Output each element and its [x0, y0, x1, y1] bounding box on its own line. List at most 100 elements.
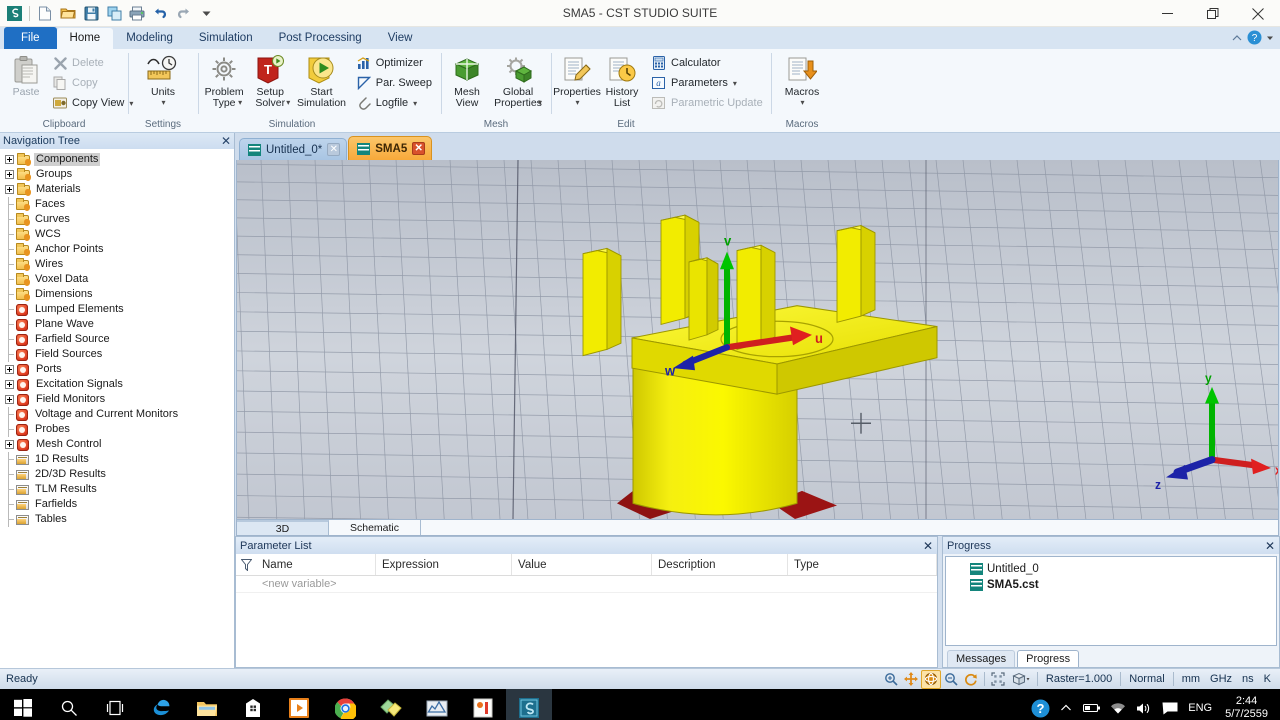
expand-toggle-icon[interactable]: [4, 394, 15, 405]
tree-item-farfield-source[interactable]: Farfield Source: [0, 332, 234, 347]
list-item[interactable]: SMA5.cst: [946, 577, 1276, 593]
tree-item-dimensions[interactable]: Dimensions: [0, 287, 234, 302]
logfile-caret-icon[interactable]: ▾: [413, 99, 417, 108]
unit-frequency[interactable]: GHz: [1205, 673, 1237, 685]
battery-icon[interactable]: [1079, 689, 1105, 720]
tab-view[interactable]: View: [375, 28, 426, 49]
tree-item-excitation-signals[interactable]: Excitation Signals: [0, 377, 234, 392]
undo-icon[interactable]: [150, 3, 170, 23]
help-circle-icon[interactable]: ?: [1027, 689, 1053, 720]
tab-simulation[interactable]: Simulation: [186, 28, 266, 49]
list-item[interactable]: Untitled_0: [946, 561, 1276, 577]
mesh-view-button[interactable]: Mesh View: [445, 51, 489, 109]
par-sweep-button[interactable]: Par. Sweep: [353, 73, 437, 93]
save-icon[interactable]: [81, 3, 101, 23]
rotate-tool-icon[interactable]: [920, 669, 941, 689]
unit-time[interactable]: ns: [1237, 673, 1259, 685]
tree-item-faces[interactable]: Faces: [0, 197, 234, 212]
tree-item-2d-3d-results[interactable]: 2D/3D Results: [0, 467, 234, 482]
units-caret-icon[interactable]: ▾: [161, 98, 165, 107]
volume-icon[interactable]: [1131, 689, 1157, 720]
open-folder-icon[interactable]: [58, 3, 78, 23]
table-row[interactable]: <new variable>: [236, 576, 937, 593]
office-app-icon[interactable]: [460, 689, 506, 720]
tree-item-lumped-elements[interactable]: Lumped Elements: [0, 302, 234, 317]
edge-browser-icon[interactable]: [138, 689, 184, 720]
tree-item-probes[interactable]: Probes: [0, 422, 234, 437]
expand-toggle-icon[interactable]: [4, 379, 15, 390]
setup-solver-button[interactable]: T Setup Solver ▾: [247, 51, 293, 109]
problem-type-button[interactable]: Problem Type ▾: [202, 51, 246, 109]
tree-item-tables[interactable]: Tables: [0, 512, 234, 527]
wifi-icon[interactable]: [1105, 689, 1131, 720]
copy-view-button[interactable]: Copy View ▾: [49, 93, 138, 113]
paste-button[interactable]: Paste: [4, 51, 48, 98]
tree-item-voltage-and-current-monitors[interactable]: Voltage and Current Monitors: [0, 407, 234, 422]
help-icon[interactable]: ?: [1247, 30, 1262, 48]
expand-toggle-icon[interactable]: [4, 439, 15, 450]
parameters-button[interactable]: a Parameters ▾: [648, 73, 768, 93]
language-indicator[interactable]: ENG: [1183, 689, 1217, 720]
tab-progress[interactable]: Progress: [1017, 650, 1080, 667]
print-icon[interactable]: [127, 3, 147, 23]
close-button[interactable]: [1235, 0, 1280, 27]
start-button-icon[interactable]: [0, 689, 46, 720]
app-logo-icon[interactable]: [4, 3, 24, 23]
tab-post-processing[interactable]: Post Processing: [266, 28, 375, 49]
history-list-button[interactable]: History List: [600, 51, 644, 109]
close-icon[interactable]: ✕: [412, 142, 426, 155]
view-tab-3d[interactable]: 3D: [237, 520, 329, 535]
column-description[interactable]: Description: [652, 554, 788, 575]
tree-item-tlm-results[interactable]: TLM Results: [0, 482, 234, 497]
clock[interactable]: 2:44 5/7/2559: [1217, 695, 1276, 720]
chrome-browser-icon[interactable]: [322, 689, 368, 720]
tree-item-groups[interactable]: Groups: [0, 167, 234, 182]
tree-item-materials[interactable]: Materials: [0, 182, 234, 197]
global-properties-button[interactable]: Global Properties ▾: [490, 51, 546, 109]
calculator-button[interactable]: Calculator: [648, 53, 768, 73]
action-center-icon[interactable]: [1157, 689, 1183, 720]
parametric-update-button[interactable]: Parametric Update: [648, 93, 768, 113]
new-file-icon[interactable]: [35, 3, 55, 23]
doc-tab-sma5[interactable]: SMA5 ✕: [348, 136, 433, 160]
close-icon[interactable]: ✕: [327, 143, 341, 156]
doc-tab-untitled-0[interactable]: Untitled_0* ✕: [239, 138, 348, 160]
3d-viewport[interactable]: v u w y z: [237, 160, 1278, 519]
media-player-icon[interactable]: [276, 689, 322, 720]
view-box-icon[interactable]: [1008, 670, 1034, 689]
expand-toggle-icon[interactable]: [4, 364, 15, 375]
minimize-button[interactable]: [1145, 0, 1190, 27]
matlab-icon[interactable]: [414, 689, 460, 720]
file-explorer-icon[interactable]: [184, 689, 230, 720]
tree-item-ports[interactable]: Ports: [0, 362, 234, 377]
microsoft-store-icon[interactable]: [230, 689, 276, 720]
expand-toggle-icon[interactable]: [4, 184, 15, 195]
macros-caret-icon[interactable]: ▾: [800, 98, 804, 107]
tree-item-components[interactable]: Components: [0, 152, 234, 167]
column-name[interactable]: Name: [256, 554, 376, 575]
tree-item-wires[interactable]: Wires: [0, 257, 234, 272]
optimizer-button[interactable]: Optimizer: [353, 53, 437, 73]
tree-item-field-sources[interactable]: Field Sources: [0, 347, 234, 362]
tab-home[interactable]: Home: [56, 28, 114, 49]
units-button[interactable]: Units ▾: [141, 51, 185, 107]
close-icon[interactable]: ✕: [923, 539, 933, 553]
column-expression[interactable]: Expression: [376, 554, 512, 575]
global-properties-caret-icon[interactable]: ▾: [538, 98, 542, 107]
tab-file[interactable]: File: [4, 27, 57, 49]
problem-type-caret-icon[interactable]: ▾: [238, 98, 242, 107]
expand-toggle-icon[interactable]: [4, 169, 15, 180]
new-variable-cell[interactable]: <new variable>: [262, 578, 337, 590]
zoom-tool-icon[interactable]: [881, 670, 901, 689]
search-icon[interactable]: [46, 689, 92, 720]
view-tab-schematic[interactable]: Schematic: [329, 520, 421, 535]
parameter-list-rows[interactable]: <new variable>: [236, 576, 937, 667]
fit-view-icon[interactable]: [988, 670, 1008, 689]
start-simulation-button[interactable]: Start Simulation: [294, 51, 349, 109]
close-icon[interactable]: ✕: [221, 135, 231, 147]
zoom-out-tool-icon[interactable]: [941, 670, 961, 689]
redo-icon[interactable]: [173, 3, 193, 23]
column-type[interactable]: Type: [788, 554, 937, 575]
unit-length[interactable]: mm: [1177, 673, 1205, 685]
tab-messages[interactable]: Messages: [947, 650, 1016, 667]
